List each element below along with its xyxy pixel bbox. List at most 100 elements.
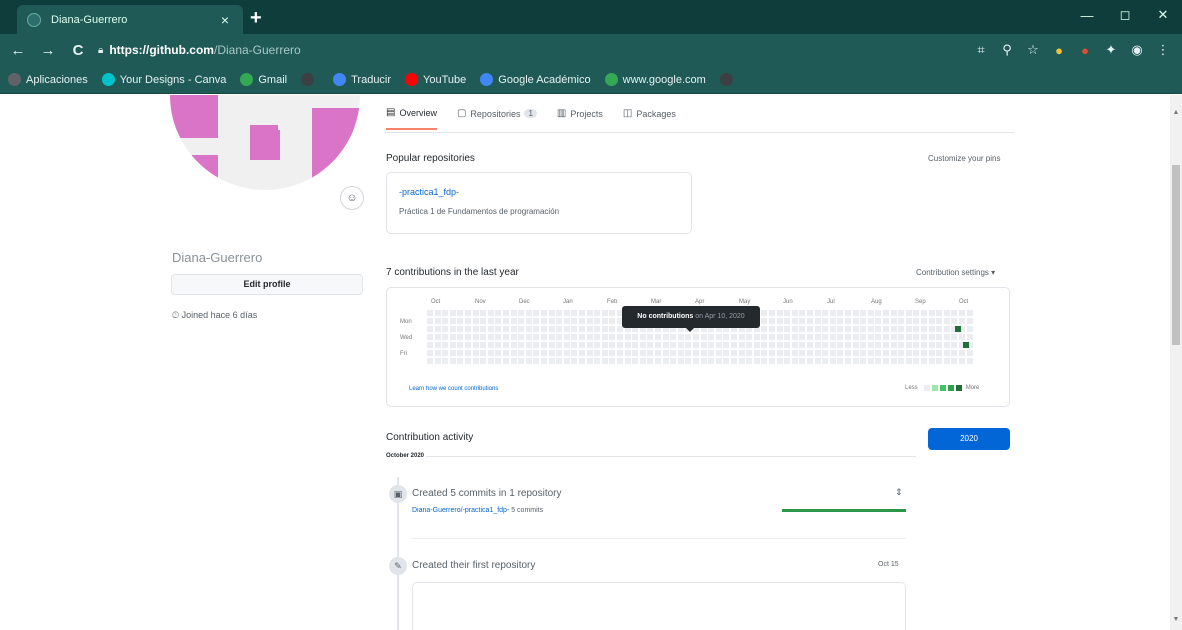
contribution-day[interactable] [845, 318, 851, 324]
contribution-day[interactable] [594, 310, 601, 316]
contribution-day[interactable] [427, 318, 433, 324]
contribution-day[interactable] [845, 342, 851, 348]
contribution-day[interactable] [799, 350, 806, 356]
contribution-day[interactable] [457, 326, 464, 332]
contribution-day[interactable] [731, 358, 737, 364]
contribution-day[interactable] [867, 342, 874, 348]
maximize-button[interactable]: ◻ [1106, 0, 1144, 30]
avatar[interactable] [170, 95, 360, 190]
contribution-day[interactable] [480, 342, 487, 348]
contribution-day[interactable] [670, 342, 677, 348]
contribution-day[interactable] [883, 310, 889, 316]
contribution-day[interactable] [715, 334, 722, 340]
contribution-day[interactable] [913, 310, 920, 316]
contribution-day-active[interactable] [963, 342, 969, 348]
contribution-day[interactable] [860, 326, 867, 332]
contribution-day[interactable] [556, 310, 563, 316]
contribution-day[interactable] [943, 350, 950, 356]
contribution-day[interactable] [510, 318, 517, 324]
contribution-day[interactable] [525, 342, 532, 348]
contribution-day[interactable] [837, 334, 844, 340]
contribution-day[interactable] [571, 326, 578, 332]
contribution-day[interactable] [609, 318, 616, 324]
contribution-day[interactable] [921, 350, 927, 356]
contribution-day[interactable] [586, 326, 593, 332]
contribution-day[interactable] [563, 318, 570, 324]
contribution-day[interactable] [487, 358, 494, 364]
contribution-day[interactable] [776, 342, 783, 348]
set-status-icon[interactable]: ☺ [340, 186, 364, 210]
contribution-day[interactable] [936, 358, 943, 364]
contribution-day[interactable] [867, 318, 874, 324]
tab-packages[interactable]: ◫ Packages [623, 107, 676, 130]
contribution-day[interactable] [510, 342, 517, 348]
contribution-day[interactable] [510, 334, 517, 340]
contribution-day[interactable] [525, 350, 532, 356]
contribution-day[interactable] [837, 342, 844, 348]
contribution-day[interactable] [928, 342, 935, 348]
contribution-day[interactable] [731, 350, 737, 356]
contribution-day[interactable] [890, 350, 897, 356]
contribution-day[interactable] [898, 342, 905, 348]
contribution-day-active[interactable] [955, 326, 962, 332]
contribution-day[interactable] [867, 326, 874, 332]
tab-repositories[interactable]: ▢ Repositories 1 [457, 107, 537, 130]
contribution-day[interactable] [799, 318, 806, 324]
contribution-day[interactable] [829, 334, 836, 340]
contribution-day[interactable] [639, 358, 646, 364]
contribution-day[interactable] [791, 350, 798, 356]
contribution-day[interactable] [503, 358, 509, 364]
bookmark-item[interactable]: Google Académico [480, 73, 591, 86]
bookmark-item[interactable] [301, 73, 319, 86]
contribution-day[interactable] [799, 334, 806, 340]
contribution-day[interactable] [738, 334, 745, 340]
contribution-day[interactable] [822, 342, 829, 348]
contribution-day[interactable] [449, 334, 456, 340]
contribution-day[interactable] [609, 342, 616, 348]
scroll-down-arrow-icon[interactable]: ▼ [1170, 616, 1182, 628]
contribution-day[interactable] [685, 358, 692, 364]
contribution-day[interactable] [503, 318, 509, 324]
contribution-day[interactable] [434, 318, 441, 324]
contribution-day[interactable] [548, 326, 555, 332]
contribution-day[interactable] [807, 358, 813, 364]
contribution-day[interactable] [449, 342, 456, 348]
contribution-day[interactable] [761, 350, 768, 356]
contribution-day[interactable] [457, 342, 464, 348]
contribution-day[interactable] [655, 334, 661, 340]
contribution-day[interactable] [921, 342, 927, 348]
contribution-day[interactable] [829, 350, 836, 356]
contribution-day[interactable] [571, 358, 578, 364]
contribution-day[interactable] [457, 358, 464, 364]
contribution-day[interactable] [449, 326, 456, 332]
contribution-day[interactable] [548, 318, 555, 324]
contribution-day[interactable] [883, 326, 889, 332]
contribution-day[interactable] [662, 350, 669, 356]
contribution-day[interactable] [875, 326, 882, 332]
contribution-day[interactable] [860, 310, 867, 316]
contribution-day[interactable] [715, 358, 722, 364]
contribution-day[interactable] [503, 342, 509, 348]
contribution-day[interactable] [890, 318, 897, 324]
contribution-day[interactable] [723, 350, 730, 356]
contribution-day[interactable] [753, 350, 760, 356]
contribution-day[interactable] [693, 342, 699, 348]
contribution-day[interactable] [617, 334, 623, 340]
contribution-day[interactable] [951, 318, 958, 324]
contribution-day[interactable] [472, 334, 479, 340]
contribution-day[interactable] [609, 310, 616, 316]
contribution-day[interactable] [503, 334, 509, 340]
contribution-day[interactable] [875, 310, 882, 316]
contribution-day[interactable] [480, 326, 487, 332]
contribution-day[interactable] [503, 350, 509, 356]
contribution-day[interactable] [769, 350, 775, 356]
contribution-day[interactable] [936, 318, 943, 324]
contribution-day[interactable] [761, 326, 768, 332]
learn-contributions-link[interactable]: Learn how we count contributions [409, 386, 498, 392]
contribution-day[interactable] [784, 350, 791, 356]
contribution-day[interactable] [472, 326, 479, 332]
contribution-day[interactable] [541, 326, 547, 332]
contribution-day[interactable] [533, 310, 540, 316]
contribution-day[interactable] [890, 342, 897, 348]
contribution-day[interactable] [951, 358, 958, 364]
